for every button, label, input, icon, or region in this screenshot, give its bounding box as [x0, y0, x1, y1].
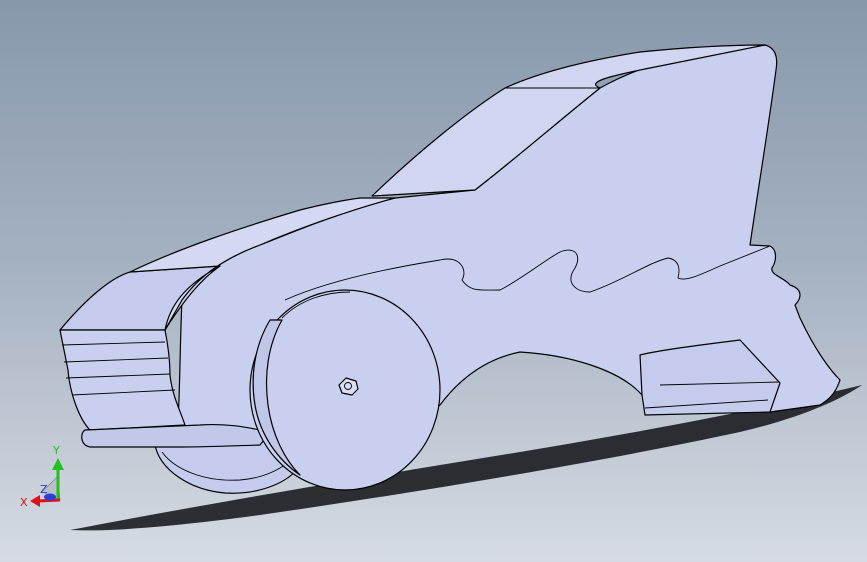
triad-y-label: Y [52, 444, 60, 457]
car-model-3d-view[interactable]: Y X Z [0, 0, 867, 562]
triad-x-label: X [20, 496, 28, 509]
graphics-viewport[interactable]: Y X Z [0, 0, 867, 562]
triad-z-label: Z [40, 483, 48, 496]
orientation-triad[interactable]: Y X Z [20, 444, 64, 509]
y-axis-arrow-head [52, 458, 64, 470]
front-wheel[interactable] [249, 289, 441, 491]
front-grille [59, 329, 186, 431]
x-axis-arrow-head [30, 495, 40, 507]
